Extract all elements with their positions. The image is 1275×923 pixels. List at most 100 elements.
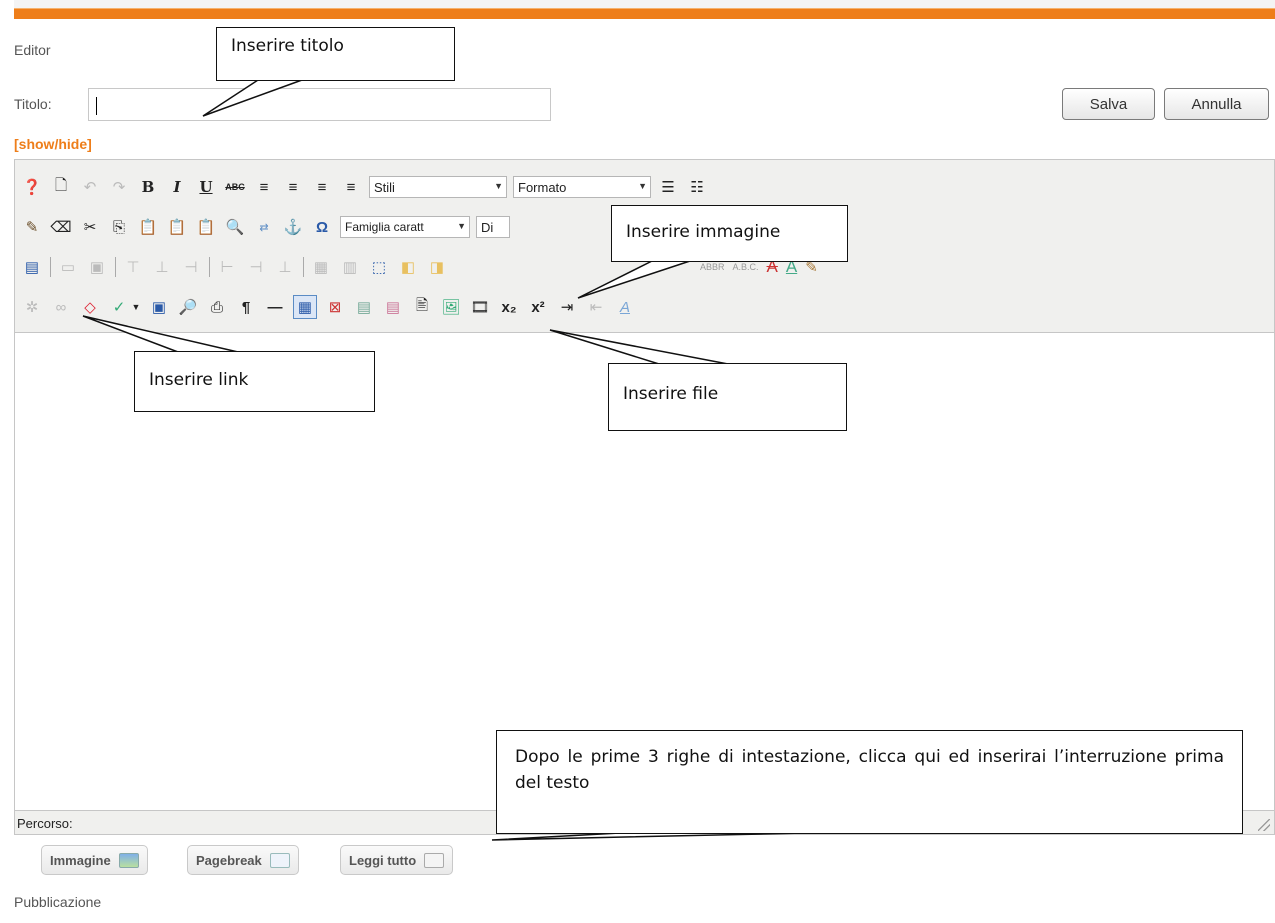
- orange-header-bar: [14, 8, 1275, 19]
- paste-text-icon[interactable]: 📋: [195, 216, 217, 238]
- show-hide-toggle[interactable]: [show/hide]: [14, 136, 92, 152]
- title-input[interactable]: [88, 88, 551, 121]
- table-icon[interactable]: ▦: [293, 295, 317, 319]
- insert-image-button[interactable]: Immagine: [41, 845, 148, 875]
- align-justify-icon[interactable]: ≡: [340, 176, 362, 198]
- indent-icon[interactable]: ⇥: [556, 296, 578, 318]
- anchor-icon[interactable]: ⚓: [282, 216, 304, 238]
- special-char-icon[interactable]: Ω: [311, 216, 333, 238]
- italic-icon[interactable]: I: [166, 176, 188, 198]
- abbr-icon[interactable]: ABBR: [700, 262, 725, 272]
- styles-select[interactable]: Stili ▼: [369, 176, 507, 198]
- read-more-label: Leggi tutto: [349, 852, 417, 868]
- cleanup-icon[interactable]: ✎: [21, 216, 43, 238]
- toolbar-separator: [115, 257, 116, 277]
- style-props-icon[interactable]: A: [614, 296, 636, 318]
- acronym-icon[interactable]: A.B.C.: [733, 262, 759, 272]
- toolbar-row-2: ✎ ⌫ ✂ ⎘ 📋 📋 📋 🔍 ⇄ ⚓ Ω Famiglia caratt ▼ …: [21, 212, 516, 242]
- resize-grip-icon[interactable]: [1258, 819, 1270, 831]
- insert-row-icon[interactable]: ▤: [353, 296, 375, 318]
- delete-col-icon[interactable]: ⊥: [274, 256, 296, 278]
- insert-col-before-icon[interactable]: ⊢: [216, 256, 238, 278]
- html-source-icon[interactable]: ◇: [79, 296, 101, 318]
- move-forward-icon[interactable]: ◧: [397, 256, 419, 278]
- preview-icon[interactable]: 🔎: [177, 296, 199, 318]
- top-strip: [14, 0, 1275, 8]
- readmore-icon: [424, 852, 445, 868]
- eraser-icon[interactable]: ⌫: [50, 216, 72, 238]
- insert-row-after-icon[interactable]: ⊥: [151, 256, 173, 278]
- align-center-icon[interactable]: ≡: [282, 176, 304, 198]
- chevron-down-icon: ▼: [638, 181, 647, 191]
- insert-layer-icon[interactable]: ⬚: [368, 256, 390, 278]
- link-callout: Inserire link: [134, 351, 375, 412]
- replace-icon[interactable]: ⇄: [253, 216, 275, 238]
- new-document-icon[interactable]: 🗋: [50, 176, 72, 198]
- cut-icon[interactable]: ✂: [79, 216, 101, 238]
- pilcrow-icon[interactable]: ¶: [235, 296, 257, 318]
- image-icon: [118, 852, 139, 868]
- spellcheck-icon[interactable]: ✓: [108, 296, 130, 318]
- bold-icon[interactable]: B: [137, 176, 159, 198]
- pagebreak-icon: [269, 852, 290, 868]
- move-backward-icon[interactable]: ◨: [426, 256, 448, 278]
- redo-icon[interactable]: ↷: [108, 176, 130, 198]
- insert-row-before-icon[interactable]: ⊤: [122, 256, 144, 278]
- cell-props-icon[interactable]: ▣: [86, 256, 108, 278]
- font-family-select[interactable]: Famiglia caratt ▼: [340, 216, 470, 238]
- merge-cells-icon[interactable]: ▥: [339, 256, 361, 278]
- paste-icon[interactable]: 📋: [137, 216, 159, 238]
- styles-select-value: Stili: [374, 179, 395, 195]
- row-props-icon[interactable]: ▭: [57, 256, 79, 278]
- title-callout: Inserire titolo: [216, 27, 455, 81]
- readmore-callout: Dopo le prime 3 righe di intestazione, c…: [496, 730, 1243, 834]
- edit-table-icon[interactable]: ▤: [21, 256, 43, 278]
- print-icon[interactable]: ⎙: [206, 296, 228, 318]
- insert-image-icon[interactable]: 🖼: [440, 296, 462, 318]
- pagebreak-button[interactable]: Pagebreak: [187, 845, 299, 875]
- subscript-icon[interactable]: x₂: [498, 296, 520, 318]
- superscript-icon[interactable]: x²: [527, 296, 549, 318]
- horizontal-rule-icon[interactable]: —: [264, 296, 286, 318]
- numbered-list-icon[interactable]: ☰: [657, 176, 679, 198]
- font-size-select[interactable]: Di: [476, 216, 510, 238]
- help-icon[interactable]: ❓: [21, 176, 43, 198]
- cancel-button[interactable]: Annulla: [1164, 88, 1269, 120]
- link-icon[interactable]: ∞: [50, 296, 72, 318]
- format-select-value: Formato: [518, 179, 567, 195]
- insert-col-after-icon[interactable]: ⊣: [245, 256, 267, 278]
- fullscreen-icon[interactable]: ▣: [148, 296, 170, 318]
- unlink-icon[interactable]: ✲: [21, 296, 43, 318]
- underline-icon[interactable]: U: [195, 176, 217, 198]
- chevron-down-icon: ▼: [457, 221, 466, 231]
- spellcheck-dropdown-icon[interactable]: ▼: [131, 296, 141, 318]
- font-size-select-value: Di: [481, 219, 494, 235]
- format-select[interactable]: Formato ▼: [513, 176, 651, 198]
- undo-icon[interactable]: ↶: [79, 176, 101, 198]
- publication-section-label: Pubblicazione: [14, 894, 102, 910]
- strikethrough-icon[interactable]: ABC: [224, 176, 246, 198]
- find-icon[interactable]: 🔍: [224, 216, 246, 238]
- align-right-icon[interactable]: ≡: [311, 176, 333, 198]
- pagebreak-label: Pagebreak: [196, 852, 262, 868]
- editor-section-label: Editor: [14, 42, 51, 58]
- copy-icon[interactable]: ⎘: [108, 216, 130, 238]
- toolbar-row-1: ❓ 🗋 ↶ ↷ B I U ABC ≡ ≡ ≡ ≡ Stili ▼ Format…: [21, 172, 715, 202]
- bullet-list-icon[interactable]: ☷: [686, 176, 708, 198]
- media-icon[interactable]: 🎞: [469, 296, 491, 318]
- delete-row-icon[interactable]: ⊣: [180, 256, 202, 278]
- read-more-button[interactable]: Leggi tutto: [340, 845, 454, 875]
- visual-aid-icon[interactable]: ⊠: [324, 296, 346, 318]
- text-caret: [96, 97, 97, 115]
- outdent-icon[interactable]: ⇤: [585, 296, 607, 318]
- toolbar-separator: [50, 257, 51, 277]
- toolbar-separator: [209, 257, 210, 277]
- paste-word-icon[interactable]: 📋: [166, 216, 188, 238]
- insert-file-icon[interactable]: 🖹: [411, 296, 433, 318]
- align-left-icon[interactable]: ≡: [253, 176, 275, 198]
- delete-row-icon[interactable]: ▤: [382, 296, 404, 318]
- save-button[interactable]: Salva: [1062, 88, 1155, 120]
- insert-image-label: Immagine: [50, 852, 111, 868]
- split-cells-icon[interactable]: ▦: [310, 256, 332, 278]
- toolbar-row-3: ▤ ▭ ▣ ⊤ ⊥ ⊣ ⊢ ⊣ ⊥ ▦ ▥ ⬚ ◧ ◨: [21, 252, 455, 282]
